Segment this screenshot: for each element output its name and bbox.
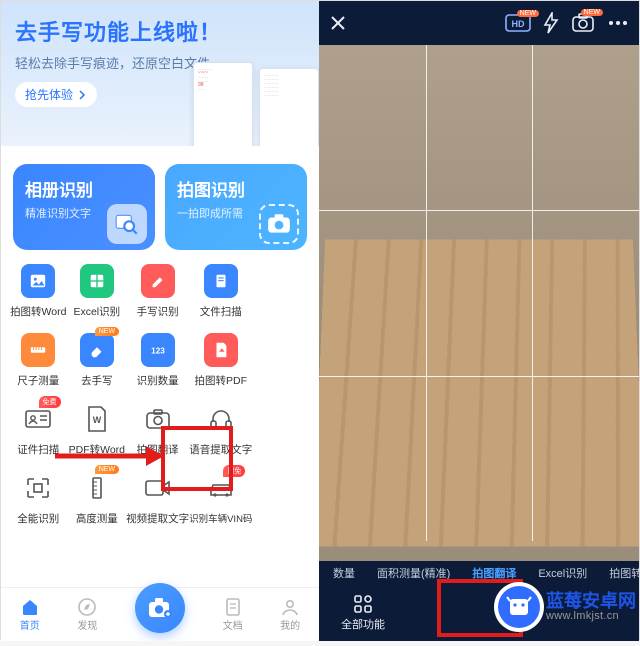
watermark-logo-icon: [498, 586, 540, 628]
badge-new: NEW: [95, 465, 119, 474]
picture-icon: [21, 264, 55, 298]
flash-toggle[interactable]: [543, 12, 559, 34]
tool-ruler-measure[interactable]: 尺子测量: [9, 329, 68, 392]
tool-file-scan[interactable]: 文件扫描: [189, 260, 252, 323]
document-icon: [223, 597, 243, 617]
nav-docs[interactable]: 文档: [223, 597, 243, 632]
mode-photo-translate[interactable]: 拍图翻译: [472, 565, 516, 581]
tool-id-scan[interactable]: 免费证件扫描: [9, 398, 68, 461]
nav-home[interactable]: 首页: [20, 597, 40, 632]
pen-icon: [141, 264, 175, 298]
banner-cta-label: 抢先体验: [25, 86, 73, 103]
bottom-navigation: 首页 发现 文档 我的: [1, 587, 319, 641]
badge-new: NEW: [517, 10, 539, 17]
close-button[interactable]: [329, 14, 347, 32]
badge-new: NEW: [581, 9, 603, 16]
word-icon: W: [80, 402, 114, 436]
gallery-magnify-icon: [107, 204, 147, 244]
count-icon: 123: [141, 333, 175, 367]
camera-plus-icon: [147, 596, 173, 620]
camera-mode-strip[interactable]: 数量 面积测量(精准) 拍图翻译 Excel识别 拍图转Wo: [319, 561, 639, 585]
camera-screen: HD NEW NEW 数量: [319, 1, 639, 641]
banner-docs-art: — — — —〰〰— — —— — —98— — — — — —— — — ——…: [193, 62, 319, 146]
tool-remove-handwriting[interactable]: NEW去手写: [68, 329, 127, 392]
tool-vin-recognition[interactable]: 限免识别车辆VIN码: [189, 467, 252, 530]
home-icon: [20, 597, 40, 617]
scan-icon: [204, 264, 238, 298]
chevron-right-icon: [77, 90, 87, 100]
tool-voice-to-text[interactable]: 语音提取文字: [189, 398, 252, 461]
svg-text:HD: HD: [512, 19, 525, 29]
mode-count[interactable]: 数量: [333, 565, 355, 581]
promo-banner[interactable]: 去手写功能上线啦！ 轻松去除手写痕迹，还原空白文件 抢先体验 — — — —〰〰…: [1, 1, 319, 146]
banner-cta-button[interactable]: 抢先体验: [15, 82, 97, 107]
more-icon: [607, 19, 629, 27]
camera-icon: [259, 204, 299, 244]
camera-translate-icon: [141, 402, 175, 436]
tool-photo-translate[interactable]: 拍图翻译: [126, 398, 189, 461]
compass-icon: [77, 597, 97, 617]
headphone-icon: [204, 402, 238, 436]
mode-area[interactable]: 面积测量(精准): [377, 565, 450, 581]
tool-excel-recognition[interactable]: Excel识别: [68, 260, 127, 323]
badge-limited-free: 限免: [223, 465, 245, 477]
grid-icon: [80, 264, 114, 298]
mode-photo-word[interactable]: 拍图转Wo: [609, 565, 639, 581]
badge-new: NEW: [95, 327, 119, 336]
nav-discover[interactable]: 发现: [77, 597, 97, 632]
more-button[interactable]: [607, 19, 629, 27]
close-icon: [329, 14, 347, 32]
svg-text:W: W: [93, 415, 102, 425]
card-title: 相册识别: [25, 176, 143, 201]
badge-free: 免费: [39, 396, 61, 408]
tools-grid: 拍图转Word Excel识别 手写识别 文件扫描 尺子测量 NEW去手写 12…: [1, 250, 319, 536]
site-watermark: 蓝莓安卓网 www.lmkjst.cn: [498, 586, 636, 628]
user-icon: [280, 597, 300, 617]
camera-top-bar: HD NEW NEW: [319, 1, 639, 45]
hd-toggle[interactable]: HD NEW: [505, 14, 531, 32]
app-home-screen: 去手写功能上线啦！ 轻松去除手写痕迹，还原空白文件 抢先体验 — — — —〰〰…: [1, 1, 319, 641]
tool-all-recognition[interactable]: 全能识别: [9, 467, 68, 530]
all-icon: [21, 471, 55, 505]
all-functions-button[interactable]: 全部功能: [341, 594, 385, 632]
card-album-recognition[interactable]: 相册识别 精准识别文字: [13, 164, 155, 250]
nav-mine[interactable]: 我的: [280, 597, 300, 632]
svg-text:123: 123: [151, 347, 165, 356]
tool-pdf-to-word[interactable]: WPDF转Word: [68, 398, 127, 461]
tool-video-to-text[interactable]: 视频提取文字: [126, 467, 189, 530]
tool-handwriting-recognition[interactable]: 手写识别: [126, 260, 189, 323]
card-title: 拍图识别: [177, 176, 295, 201]
tool-count-recognition[interactable]: 123识别数量: [126, 329, 189, 392]
height-icon: [80, 471, 114, 505]
tool-height-measure[interactable]: NEW高度测量: [68, 467, 127, 530]
tool-photo-to-pdf[interactable]: 拍图转PDF: [189, 329, 252, 392]
tool-photo-to-word[interactable]: 拍图转Word: [9, 260, 68, 323]
ruler-icon: [21, 333, 55, 367]
mode-excel[interactable]: Excel识别: [538, 565, 587, 581]
nav-camera-button[interactable]: [135, 583, 185, 633]
camera-viewfinder[interactable]: [319, 45, 639, 541]
camera-switch-button[interactable]: NEW: [571, 13, 595, 33]
video-icon: [141, 471, 175, 505]
pdf-icon: [204, 333, 238, 367]
banner-title: 去手写功能上线啦！: [15, 15, 305, 47]
camera-switch-icon: [571, 13, 595, 33]
flash-icon: [543, 12, 559, 34]
eraser-icon: [80, 333, 114, 367]
grid-apps-icon: [353, 594, 373, 614]
watermark-url: www.lmkjst.cn: [546, 611, 636, 623]
card-photo-recognition[interactable]: 拍图识别 一拍即成所需: [165, 164, 307, 250]
watermark-title: 蓝莓安卓网: [546, 592, 636, 611]
